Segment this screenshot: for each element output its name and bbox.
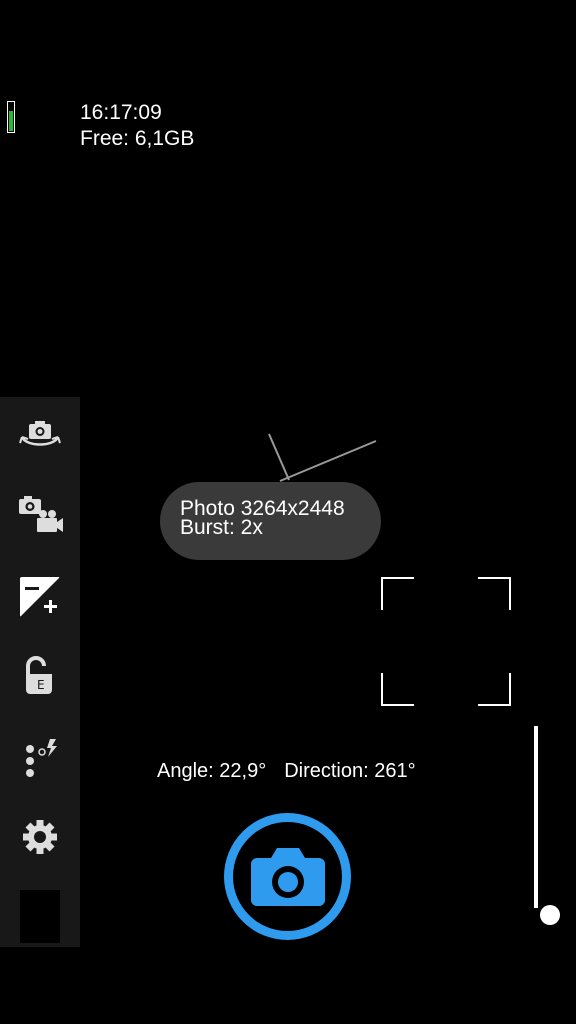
burst-mode-text: Burst: 2x xyxy=(180,516,263,539)
zoom-slider-track[interactable] xyxy=(534,726,538,908)
camera-shutter-icon xyxy=(250,847,325,906)
angle-text: Angle: 22,9° xyxy=(157,760,267,782)
gallery-thumbnail[interactable] xyxy=(20,890,60,943)
exposure-lock-icon: E xyxy=(26,656,52,694)
shutter-button-inner xyxy=(233,822,342,931)
svg-text:E: E xyxy=(37,678,45,692)
shutter-button[interactable] xyxy=(224,813,351,940)
capture-info-toast: Photo 3264x2448 Burst: 2x xyxy=(160,482,381,560)
orientation-readout: Angle: 22,9° Direction: 261° xyxy=(157,760,416,783)
sidebar-toolbar: E xyxy=(0,397,80,947)
switch-camera-button[interactable] xyxy=(10,407,70,463)
direction-text: Direction: 261° xyxy=(284,760,416,782)
photo-video-mode-button[interactable] xyxy=(10,487,70,543)
zoom-slider-handle[interactable] xyxy=(540,905,560,925)
focus-frame xyxy=(381,577,511,706)
settings-gear-icon xyxy=(23,820,57,854)
photo-video-mode-icon xyxy=(19,496,63,532)
switch-camera-icon xyxy=(19,421,61,446)
exposure-compensation-button[interactable] xyxy=(10,569,70,625)
settings-button[interactable] xyxy=(10,809,70,865)
popup-menu-icon xyxy=(26,739,57,777)
exposure-compensation-icon xyxy=(20,577,60,617)
popup-menu-button[interactable] xyxy=(10,729,70,785)
exposure-lock-button[interactable]: E xyxy=(10,649,70,705)
